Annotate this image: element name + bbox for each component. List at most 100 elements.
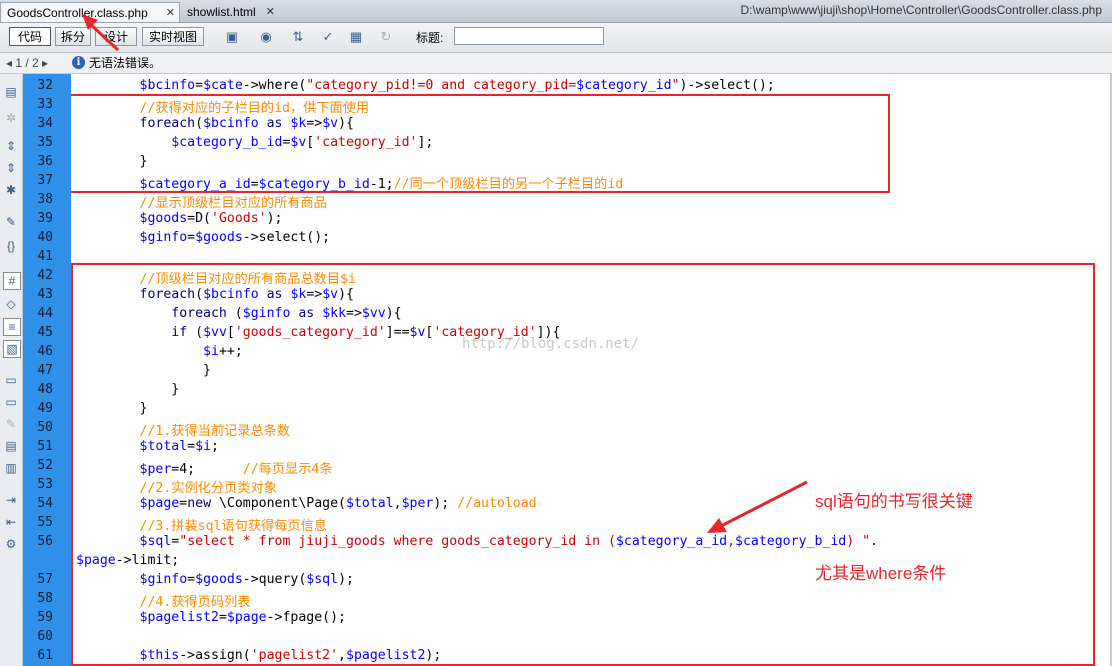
line-number: 40 [37,230,53,245]
code-line[interactable]: if ($vv['goods_category_id']==$v['catego… [76,325,560,340]
line-number: 53 [37,477,53,492]
collapse-selection-icon[interactable]: ⇕ [3,160,19,176]
code-line[interactable]: foreach($bcinfo as $k=>$v){ [76,116,354,131]
validate-icon[interactable]: ✓ [320,29,336,45]
code-line[interactable]: $i++; [76,344,243,359]
code-line[interactable]: $total=$i; [76,439,219,454]
code-line[interactable]: $category_a_id=$category_b_id-1;//同一个顶级栏… [76,173,624,192]
apply-comment-icon[interactable]: ▭ [3,372,19,388]
line-number: 58 [37,591,53,606]
line-number: 38 [37,192,53,207]
line-number: 42 [37,268,53,283]
code-editor[interactable]: http://blog.csdn.net/ sql语句的书写很关键 尤其是whe… [71,74,1112,666]
line-number: 36 [37,154,53,169]
close-icon[interactable]: ✕ [266,2,275,22]
line-number: 32 [37,78,53,93]
code-line[interactable] [76,629,140,644]
line-number: 46 [37,344,53,359]
code-line[interactable]: //顶级栏目对应的所有商品总数目$i [76,268,356,287]
syntax-status-bar: ◂ 1 / 2 ▸ i 无语法错误。 [0,53,1112,74]
title-input[interactable] [454,27,604,45]
line-number: 60 [37,629,53,644]
tab-pointer-arrow [82,14,120,52]
collapse-tag-icon[interactable]: ⇕ [3,138,19,154]
code-line[interactable]: //显示顶级栏目对应的所有商品 [76,192,327,211]
code-line[interactable]: } [76,154,148,169]
code-line[interactable]: //获得对应的子栏目的id，供下面使用 [76,97,370,116]
code-line[interactable]: $bcinfo=$cate->where("category_pid!=0 an… [76,78,775,93]
move-css-icon[interactable]: ▥ [3,460,19,476]
code-line[interactable]: $ginfo=$goods->select(); [76,230,331,245]
code-line[interactable]: //2.实例化分页类对象 [76,477,277,496]
code-line[interactable]: $goods=D('Goods'); [76,211,283,226]
line-number: 43 [37,287,53,302]
expand-all-icon[interactable]: ✱ [3,182,19,198]
code-line[interactable]: $category_b_id=$v['category_id']; [76,135,433,150]
format-source-icon[interactable]: ⚙ [3,536,19,552]
code-line[interactable]: $ginfo=$goods->query($sql); [76,572,354,587]
code-line[interactable] [76,249,140,264]
line-number: 51 [37,439,53,454]
highlight-invalid-code-icon[interactable]: ◇ [3,296,19,312]
remove-comment-icon[interactable]: ▭ [3,394,19,410]
line-number: 41 [37,249,53,264]
line-number: 50 [37,420,53,435]
word-wrap-icon[interactable]: ≡ [3,318,21,336]
coding-toolbar: ▤ ✲ ⇕ ⇕ ✱ ✎ {} # ◇ ≡ ▧ ▭ ▭ ✎ ▤ ▥ ⇥ ⇤ ⚙ [0,74,23,666]
document-toolbar: 代码 拆分 设计 实时视图 ▣ ◉ ⇅ ✓ ▦ ↻ 标题: [0,23,1112,53]
file-management-icon[interactable]: ⇅ [290,29,306,45]
tab-label: showlist.html [187,5,256,19]
code-line[interactable]: foreach($bcinfo as $k=>$v){ [76,287,354,302]
annotation-line-2: 尤其是where条件 [815,564,947,583]
line-number: 61 [37,648,53,663]
document-tab-bar: GoodsController.class.php ✕ showlist.htm… [0,0,1112,23]
code-line[interactable]: //4.获得页码列表 [76,591,251,610]
line-number: 47 [37,363,53,378]
code-line[interactable]: } [76,401,148,416]
recent-snippets-icon[interactable]: ▤ [3,438,19,454]
line-number: 55 [37,515,53,530]
code-line[interactable]: foreach ($ginfo as $kk=>$vv){ [76,306,401,321]
balance-braces-icon[interactable]: {} [3,238,19,254]
line-number: 33 [37,97,53,112]
syntax-coloring-icon[interactable]: ▧ [3,340,21,358]
multiscreen-icon[interactable]: ▣ [224,29,240,45]
code-line[interactable]: $page->limit; [76,553,179,568]
wrap-tag-icon[interactable]: ✎ [3,416,19,432]
line-number-gutter: 32 33 34 35 36 37 38 39 40 41 42 43 44 45 46 47 48 49 50 51… [23,74,71,666]
code-line[interactable]: $page=new \Component\Page($total,$per); … [76,496,537,511]
code-line[interactable]: //3.拼装sql语句获得每页信息 [76,515,327,534]
open-documents-icon[interactable]: ▤ [3,84,19,100]
tab-showlist[interactable]: showlist.html ✕ [181,2,279,22]
line-number: 37 [37,173,53,188]
browser-preview-icon[interactable]: ◉ [258,29,274,45]
line-numbers-icon[interactable]: # [3,272,21,290]
line-number: 52 [37,458,53,473]
close-icon[interactable]: ✕ [166,3,175,23]
code-line[interactable]: $per=4; //每页显示4条 [76,458,333,477]
code-line[interactable]: } [76,363,211,378]
file-path: D:\wamp\www\jiuji\shop\Home\Controller\G… [740,3,1102,17]
refresh-icon[interactable]: ↻ [378,29,394,45]
line-number: 39 [37,211,53,226]
code-line[interactable]: } [76,382,179,397]
line-number: 57 [37,572,53,587]
code-line[interactable]: $pagelist2=$page->fpage(); [76,610,346,625]
line-number: 56 [37,534,53,549]
title-label: 标题: [416,31,444,45]
line-number: 35 [37,135,53,150]
code-line[interactable]: $this->assign('pagelist2',$pagelist2); [76,648,442,663]
indent-code-icon[interactable]: ⇥ [3,492,19,508]
select-parent-tag-icon[interactable]: ✎ [3,214,19,230]
line-number: 48 [37,382,53,397]
visual-aids-icon[interactable]: ▦ [348,29,364,45]
related-files-icon[interactable]: ✲ [3,110,19,126]
code-line[interactable]: //1.获得当前记录总条数 [76,420,290,439]
error-navigation[interactable]: ◂ 1 / 2 ▸ [6,53,48,73]
live-view-button[interactable]: 实时视图 [142,27,204,46]
code-line[interactable]: $sql="select * from jiuji_goods where go… [76,534,878,549]
code-view-button[interactable]: 代码 [9,27,51,46]
line-number: 49 [37,401,53,416]
annotation-line-1: sql语句的书写很关键 [815,492,973,511]
outdent-code-icon[interactable]: ⇤ [3,514,19,530]
